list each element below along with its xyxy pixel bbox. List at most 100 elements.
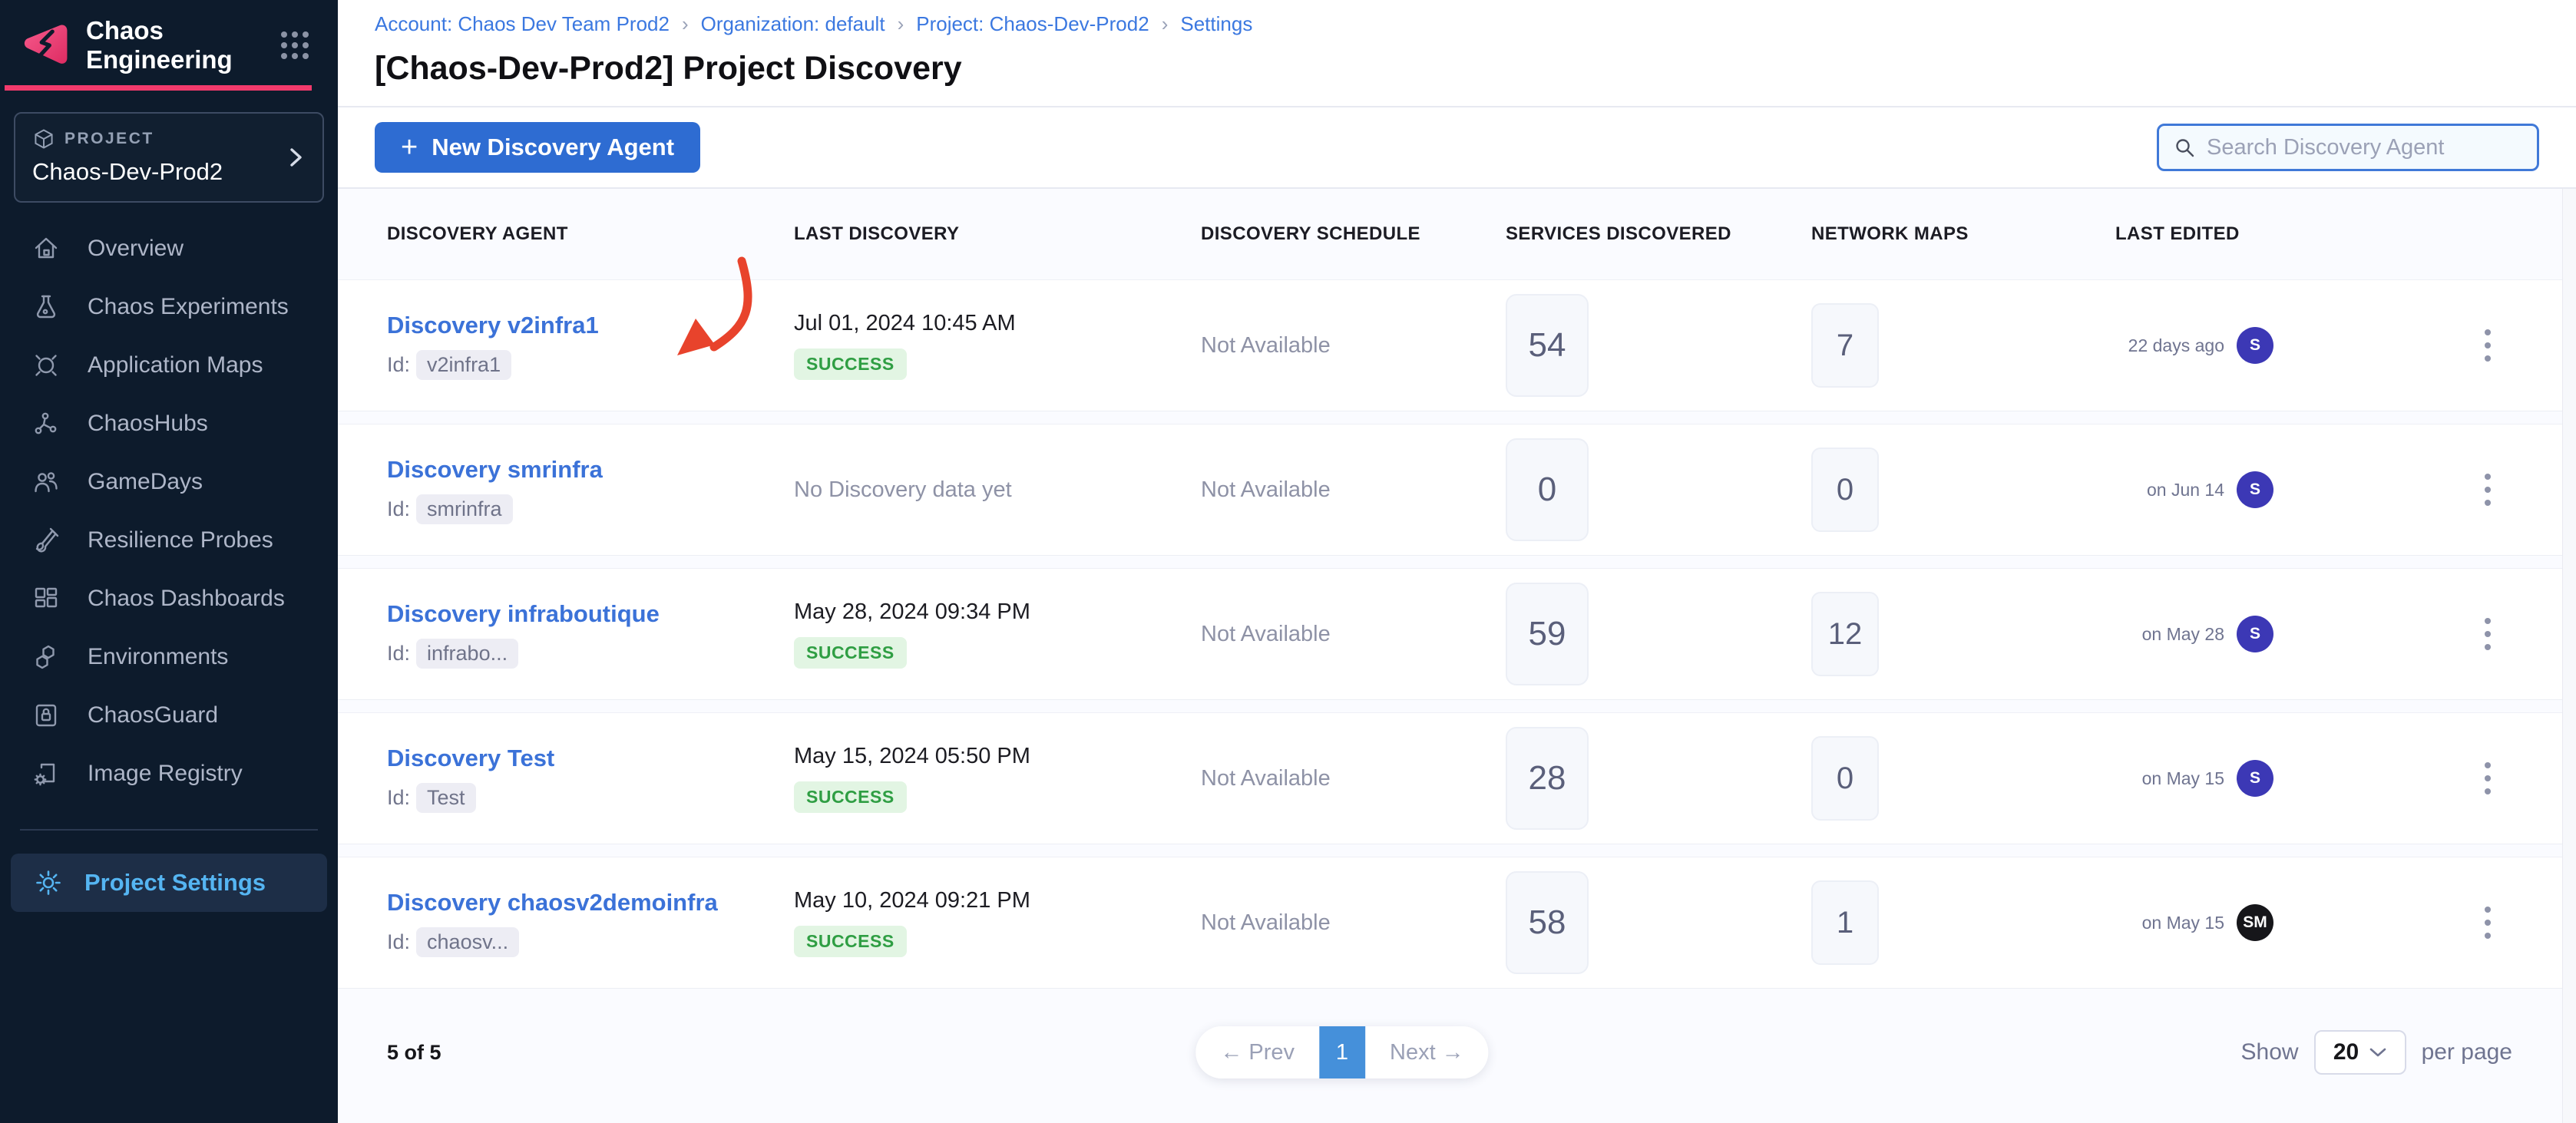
agent-cell: Discovery infraboutique Id: infrabo... xyxy=(375,600,782,669)
sidebar-item-label: Chaos Experiments xyxy=(88,294,289,320)
discovery-agent-link[interactable]: Discovery v2infra1 xyxy=(387,312,599,339)
table-footer: 5 of 5 ← Prev 1 Next → Show 20 per page xyxy=(338,989,2562,1116)
dashboard-grid-icon xyxy=(32,585,60,613)
page-size-select[interactable]: 20 xyxy=(2314,1030,2406,1075)
discovery-schedule-cell: Not Available xyxy=(1189,333,1493,358)
sidebar-item-gamedays[interactable]: GameDays xyxy=(0,453,338,511)
sidebar-item-application-maps[interactable]: Application Maps xyxy=(0,336,338,395)
sidebar-item-chaos-experiments[interactable]: Chaos Experiments xyxy=(0,278,338,336)
kebab-icon xyxy=(2484,761,2492,796)
row-menu-button[interactable] xyxy=(2484,616,2492,652)
page-number-1[interactable]: 1 xyxy=(1319,1026,1365,1078)
breadcrumb-settings-link[interactable]: Settings xyxy=(1180,12,1252,36)
avatar[interactable]: S xyxy=(2237,327,2273,364)
agent-id-value: Test xyxy=(416,783,476,813)
status-badge: SUCCESS xyxy=(794,348,907,380)
services-discovered-count: 54 xyxy=(1506,294,1589,397)
sidebar-item-chaos-dashboards[interactable]: Chaos Dashboards xyxy=(0,570,338,628)
new-agent-button-label: New Discovery Agent xyxy=(432,134,674,161)
column-header-last-edited: LAST EDITED xyxy=(2103,223,2562,245)
show-label: Show xyxy=(2241,1039,2299,1065)
avatar[interactable]: S xyxy=(2237,760,2273,797)
kebab-icon xyxy=(2484,905,2492,940)
discovery-agent-link[interactable]: Discovery chaosv2demoinfra xyxy=(387,889,718,917)
sidebar-item-chaoshubs[interactable]: ChaosHubs xyxy=(0,395,338,453)
new-discovery-agent-button[interactable]: + New Discovery Agent xyxy=(375,122,700,173)
discovery-agent-link[interactable]: Discovery Test xyxy=(387,745,554,772)
network-maps-cell: 0 xyxy=(1799,736,2103,821)
per-page-label: per page xyxy=(2422,1039,2512,1065)
breadcrumb-account-link[interactable]: Account: Chaos Dev Team Prod2 xyxy=(375,12,670,36)
last-edited-text: 22 days ago xyxy=(2128,335,2224,356)
sidebar-item-resilience-probes[interactable]: Resilience Probes xyxy=(0,511,338,570)
page-title: [Chaos-Dev-Prod2] Project Discovery xyxy=(375,50,2539,88)
avatar[interactable]: SM xyxy=(2237,904,2273,941)
breadcrumb-separator: › xyxy=(1162,12,1169,36)
sidebar-header: Chaos Engineering xyxy=(0,0,338,91)
file-gear-icon xyxy=(32,760,60,788)
agent-id-label: Id: xyxy=(387,497,410,521)
flask-icon xyxy=(32,293,60,321)
sidebar-item-label: Project Settings xyxy=(84,869,266,897)
services-cell: 28 xyxy=(1493,727,1799,830)
breadcrumb-organization-link[interactable]: Organization: default xyxy=(701,12,885,36)
pagination: ← Prev 1 Next → xyxy=(1195,1026,1488,1078)
sidebar-item-label: Overview xyxy=(88,236,184,262)
last-edited-text: on May 15 xyxy=(2142,913,2224,933)
search-box xyxy=(2157,124,2539,171)
toolbar: + New Discovery Agent xyxy=(338,107,2576,189)
sidebar: Chaos Engineering PROJECT Chaos-Dev-Prod… xyxy=(0,0,338,1123)
agent-cell: Discovery chaosv2demoinfra Id:chaosv... xyxy=(375,889,782,957)
status-badge: SUCCESS xyxy=(794,926,907,957)
sidebar-item-overview[interactable]: Overview xyxy=(0,220,338,278)
project-selector[interactable]: PROJECT Chaos-Dev-Prod2 xyxy=(14,112,324,203)
page-size-value: 20 xyxy=(2333,1039,2359,1065)
scrollbar-track[interactable] xyxy=(2562,189,2576,1123)
table-row: Discovery Test Id:Test May 15, 2024 05:5… xyxy=(338,712,2562,844)
discovery-schedule-cell: Not Available xyxy=(1189,622,1493,647)
sidebar-item-label: Environments xyxy=(88,644,228,670)
agent-id-value: smrinfra xyxy=(416,494,513,524)
sidebar-item-chaosguard[interactable]: ChaosGuard xyxy=(0,686,338,745)
chaos-engineering-logo xyxy=(20,21,69,70)
agent-cell: Discovery smrinfra Id: smrinfra xyxy=(375,456,782,524)
row-menu-button[interactable] xyxy=(2484,905,2492,940)
no-discovery-text: No Discovery data yet xyxy=(794,477,1012,503)
avatar[interactable]: S xyxy=(2237,616,2273,652)
sidebar-item-label: Image Registry xyxy=(88,761,243,787)
people-icon xyxy=(32,468,60,496)
project-label: PROJECT xyxy=(64,130,154,148)
next-page-button[interactable]: Next → xyxy=(1365,1026,1489,1078)
row-menu-button[interactable] xyxy=(2484,761,2492,796)
status-badge: SUCCESS xyxy=(794,637,907,669)
network-maps-count: 0 xyxy=(1811,448,1879,532)
column-header-discovery-schedule: DISCOVERY SCHEDULE xyxy=(1189,223,1493,245)
module-grid-icon[interactable] xyxy=(278,28,312,62)
services-cell: 58 xyxy=(1493,871,1799,974)
breadcrumb-project-link[interactable]: Project: Chaos-Dev-Prod2 xyxy=(916,12,1149,36)
last-discovery-cell: May 28, 2024 09:34 PM SUCCESS xyxy=(782,599,1189,669)
discovery-agent-link[interactable]: Discovery infraboutique xyxy=(387,600,660,628)
agent-id-label: Id: xyxy=(387,353,410,377)
prev-page-button[interactable]: ← Prev xyxy=(1195,1026,1319,1078)
services-discovered-count: 0 xyxy=(1506,438,1589,541)
discovery-agent-link[interactable]: Discovery smrinfra xyxy=(387,456,603,484)
last-discovery-date: May 28, 2024 09:34 PM xyxy=(794,599,1030,625)
search-icon xyxy=(2173,136,2196,159)
sidebar-item-environments[interactable]: Environments xyxy=(0,628,338,686)
sidebar-item-image-registry[interactable]: Image Registry xyxy=(0,745,338,803)
services-cell: 59 xyxy=(1493,583,1799,685)
agent-id-value: infrabo... xyxy=(416,639,518,669)
module-accent-line xyxy=(5,85,312,91)
avatar[interactable]: S xyxy=(2237,471,2273,508)
agent-cell: Discovery Test Id:Test xyxy=(375,745,782,813)
last-edited-text: on Jun 14 xyxy=(2147,480,2224,500)
agent-id-label: Id: xyxy=(387,642,410,666)
network-maps-count: 1 xyxy=(1811,880,1879,965)
table-rows: Discovery v2infra1 Id:v2infra1 Jul 01, 2… xyxy=(338,279,2562,989)
search-input[interactable] xyxy=(2207,135,2523,160)
kebab-icon xyxy=(2484,328,2492,363)
row-menu-button[interactable] xyxy=(2484,472,2492,507)
sidebar-item-project-settings[interactable]: Project Settings xyxy=(11,854,327,912)
row-menu-button[interactable] xyxy=(2484,328,2492,363)
